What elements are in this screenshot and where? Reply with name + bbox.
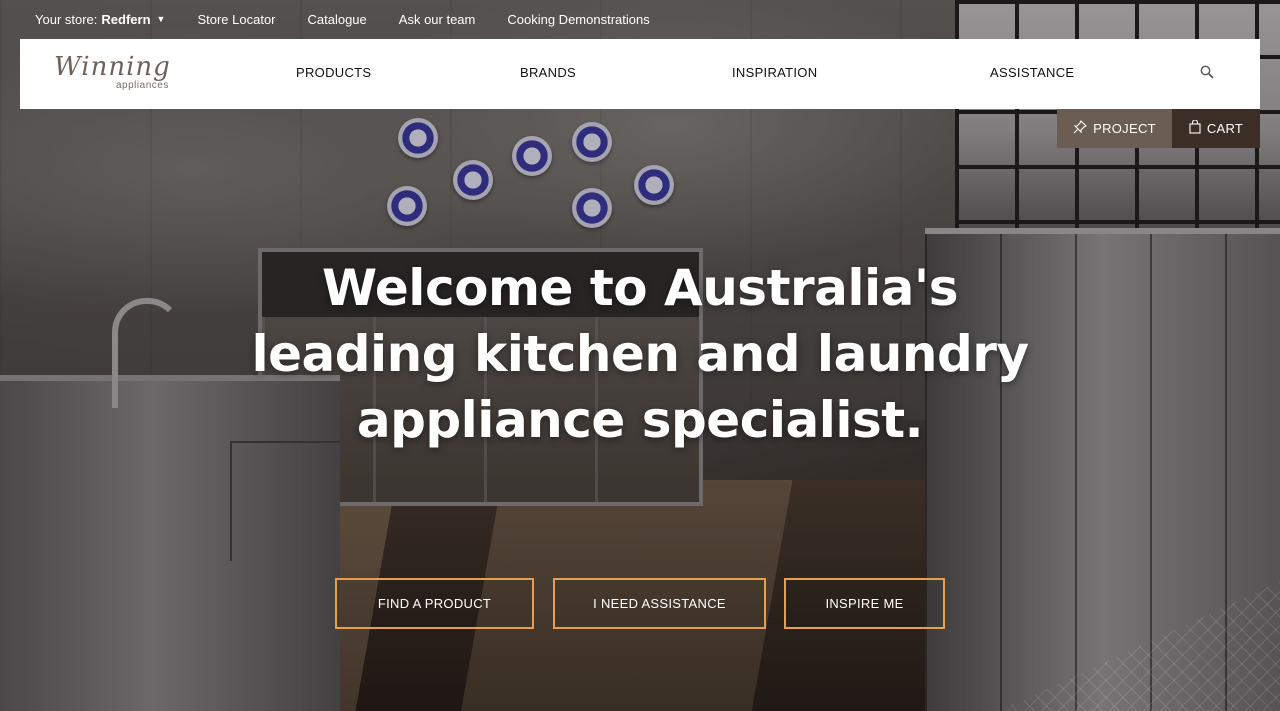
store-locator-link[interactable]: Store Locator: [197, 12, 275, 27]
logo-subtitle: appliances: [116, 80, 169, 91]
ask-our-team-link[interactable]: Ask our team: [399, 12, 476, 27]
headline-line: appliance specialist.: [356, 391, 924, 449]
nav-inspiration[interactable]: INSPIRATION: [732, 65, 817, 80]
store-name: Redfern: [101, 11, 151, 27]
find-a-product-button[interactable]: FIND A PRODUCT: [335, 578, 534, 629]
bag-icon: [1189, 119, 1201, 137]
cooking-demonstrations-link[interactable]: Cooking Demonstrations: [507, 12, 649, 27]
logo-wordmark: Winning: [54, 52, 171, 82]
catalogue-link[interactable]: Catalogue: [308, 12, 367, 27]
project-button[interactable]: PROJECT: [1057, 109, 1172, 148]
main-navigation: Winning appliances PRODUCTS BRANDS INSPI…: [20, 39, 1260, 109]
inspire-me-button[interactable]: INSPIRE ME: [784, 578, 945, 629]
store-selector[interactable]: Your store: Redfern ▼: [35, 12, 165, 27]
i-need-assistance-button[interactable]: I NEED ASSISTANCE: [553, 578, 766, 629]
nav-products[interactable]: PRODUCTS: [296, 65, 371, 80]
headline-line: Welcome to Australia's: [322, 259, 958, 317]
search-icon[interactable]: [1200, 65, 1214, 79]
headline-line: leading kitchen and laundry: [251, 325, 1029, 383]
pin-icon: [1073, 120, 1088, 137]
cart-label: CART: [1206, 121, 1244, 136]
store-prefix: Your store:: [35, 11, 98, 27]
chevron-down-icon: ▼: [156, 14, 166, 24]
winning-appliances-logo[interactable]: Winning appliances: [54, 53, 184, 95]
nav-assistance[interactable]: ASSISTANCE: [990, 65, 1074, 80]
cart-button[interactable]: CART: [1172, 109, 1260, 148]
project-label: PROJECT: [1093, 121, 1156, 136]
hero-headline: Welcome to Australia's leading kitchen a…: [240, 255, 1040, 453]
nav-brands[interactable]: BRANDS: [520, 65, 576, 80]
utility-bar: Your store: Redfern ▼ Store Locator Cata…: [35, 0, 650, 38]
